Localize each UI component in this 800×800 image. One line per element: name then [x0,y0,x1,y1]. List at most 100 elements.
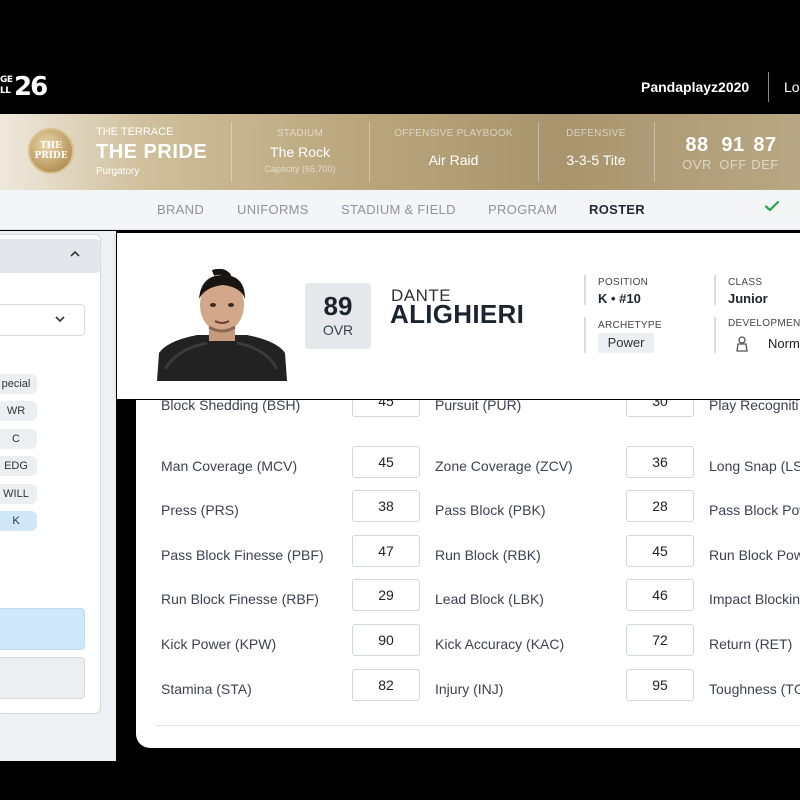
rating-value-box[interactable]: 45 [352,446,420,478]
team-rating-off: 91 OFF [715,134,751,172]
filter-option-selected[interactable] [0,608,85,650]
ratings-row: Kick Power (KPW) 90 Kick Accuracy (KAC) … [136,624,800,664]
rating-name: Pursuit (PUR) [435,400,522,413]
info-divider [584,275,586,305]
rating-value-box[interactable]: 95 [626,669,694,701]
team-rating-ovr: 88 OVR [679,134,715,172]
rating-value-box[interactable]: 45 [626,535,694,567]
info-divider [714,317,716,353]
team-banner: THE PRIDE THE TERRACE THE PRIDE Purgator… [0,114,800,190]
rating-value-box[interactable]: 36 [626,446,694,478]
rating-value-box[interactable]: 82 [352,669,420,701]
rating-value-box[interactable]: 90 [352,624,420,656]
rating-value-box[interactable]: 28 [626,490,694,522]
filter-dropdown[interactable] [0,304,85,336]
game-logo[interactable]: GE LL 26 [0,72,48,104]
chevron-down-icon [54,313,66,328]
team-name: THE PRIDE [96,141,208,163]
chevron-up-icon [69,247,81,263]
stadium-name: The Rock [270,144,330,160]
rating-label: OFF [719,157,747,172]
check-icon[interactable] [764,198,782,216]
player-ovr-box: 89 OVR [305,283,371,349]
rating-value-box[interactable]: 29 [352,579,420,611]
tab-uniforms[interactable]: UNIFORMS [237,202,309,217]
defense-playbook: 3-3-5 Tite [566,152,626,168]
stadium-info: STADIUM The Rock Capacity (66,700) [232,114,368,190]
rating-name: Injury (INJ) [435,681,504,697]
rating-name: Run Block Pow [709,547,800,563]
rating-name: Kick Power (KPW) [161,636,277,652]
roster-filter-panel: pecial WR C EDG WILL K [0,234,101,714]
defense-info: DEFENSIVE 3-3-5 Tite [539,114,653,190]
rating-name: Zone Coverage (ZCV) [435,458,573,474]
ratings-row: Man Coverage (MCV) 45 Zone Coverage (ZCV… [136,446,800,486]
player-portrait [157,268,287,381]
sub-navigation: BRAND UNIFORMS STADIUM & FIELD PROGRAM R… [0,190,800,230]
position-chip[interactable]: WR [0,401,37,421]
team-logo: THE PRIDE [28,128,74,174]
rating-label: OVR [682,157,712,172]
player-development: Norm [768,336,800,351]
position-chip[interactable]: WILL [0,484,37,504]
rating-label: DEF [751,157,779,172]
position-chip-active[interactable]: K [0,511,37,531]
offense-info: OFFENSIVE PLAYBOOK Air Raid [370,114,537,190]
rating-name: Lead Block (LBK) [435,591,544,607]
top-divider [768,72,769,102]
offense-playbook: Air Raid [428,152,479,168]
rating-value-box[interactable]: 30 [626,400,694,417]
class-label: CLASS [728,277,763,288]
rating-name: Return (RET) [709,636,793,652]
rating-name: Press (PRS) [161,502,239,518]
position-chip[interactable]: C [0,429,37,449]
team-logo-line1: THE [39,141,63,151]
rating-name: Pass Block (PBK) [435,502,546,518]
username[interactable]: Pandaplayz2020 [641,79,749,95]
rating-name: Stamina (STA) [161,681,252,697]
filter-option[interactable] [0,657,85,699]
filter-header-toggle[interactable] [0,239,100,273]
logo-big-text: 26 [14,72,48,102]
tab-brand[interactable]: BRAND [157,202,204,217]
ratings-row: Press (PRS) 38 Pass Block (PBK) 28 Pass … [136,490,800,530]
offense-label: OFFENSIVE PLAYBOOK [394,128,513,139]
rating-value-box[interactable]: 38 [352,490,420,522]
player-archetype: Power [598,333,654,353]
stadium-capacity: Capacity (66,700) [264,164,336,174]
info-divider [714,275,716,305]
tab-program[interactable]: PROGRAM [488,202,557,217]
info-divider [584,317,586,353]
top-bar: GE LL 26 Pandaplayz2020 Lo [0,62,800,114]
tab-stadium-field[interactable]: STADIUM & FIELD [341,202,456,217]
rating-name: Pass Block Pow [709,502,800,518]
position-label: POSITION [598,277,649,288]
position-chip[interactable]: EDG [0,456,37,476]
player-ratings-grid: Block Shedding (BSH) 45 Pursuit (PUR) 30… [136,400,800,748]
rating-value-box[interactable]: 46 [626,579,694,611]
position-chip[interactable]: pecial [0,374,37,394]
archetype-label: ARCHETYPE [598,320,662,331]
player-position: K • #10 [598,291,641,306]
rating-value-box[interactable]: 45 [352,400,420,417]
logo-small-text: GE LL [0,75,13,96]
rating-name: Pass Block Finesse (PBF) [161,547,324,563]
ratings-row: Block Shedding (BSH) 45 Pursuit (PUR) 30… [136,400,800,433]
tab-roster[interactable]: ROSTER [589,202,645,217]
team-logo-line2: PRIDE [34,151,68,161]
rating-name: Long Snap (LS [709,458,800,474]
bottom-letterbox [0,762,800,800]
player-last-name: ALIGHIERI [390,299,525,329]
development-trait-icon [734,336,750,352]
logout-link[interactable]: Lo [784,79,800,95]
rating-value-box[interactable]: 47 [352,535,420,567]
rating-value-box[interactable]: 72 [626,624,694,656]
rating-name: Kick Accuracy (KAC) [435,636,565,652]
player-class: Junior [728,291,768,306]
player-header-card: 89 OVR DANTE ALIGHIERI POSITION K • #10 … [117,233,800,399]
rating-value: 87 [753,134,777,156]
rating-name: Block Shedding (BSH) [161,400,301,413]
banner-divider [654,122,655,182]
rating-value: 91 [721,134,745,156]
defense-label: DEFENSIVE [566,128,626,139]
